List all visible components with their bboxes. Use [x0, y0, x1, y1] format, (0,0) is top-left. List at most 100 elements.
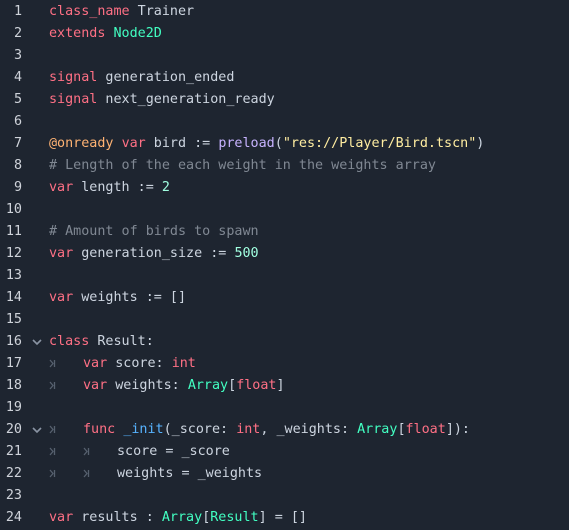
code-line[interactable]: 5 signal next_generation_ready: [0, 89, 569, 111]
code-line[interactable]: 16 class Result:: [0, 331, 569, 353]
code-token: signal: [49, 70, 98, 85]
code-token: Trainer: [129, 4, 195, 19]
code-line[interactable]: 7 @onready var bird := preload("res://Pla…: [0, 133, 569, 155]
code-token: var: [49, 180, 74, 195]
code-token: class: [49, 334, 90, 349]
tab-indent-icon: [83, 441, 117, 463]
code-token: var: [83, 378, 108, 393]
line-number[interactable]: 17: [0, 353, 22, 375]
line-number[interactable]: 3: [0, 45, 22, 67]
code-token: _init: [123, 422, 164, 437]
code-token: Array: [161, 510, 203, 525]
line-number[interactable]: 12: [0, 243, 22, 265]
code-token: [: [397, 422, 406, 437]
line-number[interactable]: 6: [0, 111, 22, 133]
line-number[interactable]: 5: [0, 89, 22, 111]
code-line[interactable]: 12 var generation_size := 500: [0, 243, 569, 265]
code-token: generation_ended: [97, 70, 235, 85]
code-token: weights:: [107, 378, 188, 393]
code-line[interactable]: 4 signal generation_ended: [0, 67, 569, 89]
code-token: next_generation_ready: [97, 92, 275, 107]
code-token: length :=: [73, 180, 162, 195]
code-line[interactable]: 10: [0, 199, 569, 221]
code-line[interactable]: 23: [0, 485, 569, 507]
code-token: class_name: [49, 4, 130, 19]
code-line[interactable]: 17 var score: int: [0, 353, 569, 375]
code-token: signal: [49, 92, 98, 107]
code-line[interactable]: 21 score = _score: [0, 441, 569, 463]
line-number[interactable]: 21: [0, 441, 22, 463]
tab-indent-icon: [49, 353, 83, 375]
code-token: @onready: [49, 136, 114, 151]
code-text: # Amount of birds to spawn: [49, 221, 259, 243]
line-number[interactable]: 23: [0, 485, 22, 507]
line-number[interactable]: 24: [0, 507, 22, 529]
tab-indent-icon: [83, 463, 117, 485]
code-line[interactable]: 24 var results : Array[Result] = []: [0, 507, 569, 529]
code-line[interactable]: 13: [0, 265, 569, 287]
code-token: int: [171, 356, 196, 371]
tab-indent-icon: [49, 375, 83, 397]
line-number[interactable]: 19: [0, 397, 22, 419]
line-number[interactable]: 9: [0, 177, 22, 199]
line-number[interactable]: 2: [0, 23, 22, 45]
tab-indent-icon: [49, 419, 83, 441]
line-number[interactable]: 16: [0, 331, 22, 353]
code-text: var length := 2: [49, 177, 170, 199]
code-token: Array: [187, 378, 229, 393]
code-line[interactable]: 2 extends Node2D: [0, 23, 569, 45]
code-line[interactable]: 1 class_name Trainer: [0, 1, 569, 23]
tab-indent-icon: [49, 441, 83, 463]
code-token: results :: [73, 510, 162, 525]
line-number[interactable]: 7: [0, 133, 22, 155]
code-token: (_score:: [163, 422, 237, 437]
code-token: func: [83, 422, 116, 437]
code-editor[interactable]: 1 class_name Trainer 2 extends Node2D 3 4 sign…: [0, 0, 569, 530]
line-number[interactable]: 11: [0, 221, 22, 243]
code-token: (: [274, 136, 283, 151]
line-number[interactable]: 4: [0, 67, 22, 89]
line-number[interactable]: 8: [0, 155, 22, 177]
code-token: var: [49, 290, 74, 305]
code-line[interactable]: 11 # Amount of birds to spawn: [0, 221, 569, 243]
code-line[interactable]: 18 var weights: Array[float]: [0, 375, 569, 397]
code-line[interactable]: 15: [0, 309, 569, 331]
line-number[interactable]: 15: [0, 309, 22, 331]
line-number[interactable]: 22: [0, 463, 22, 485]
code-line[interactable]: 6: [0, 111, 569, 133]
code-token: var: [121, 136, 146, 151]
code-line[interactable]: 22 weights = _weights: [0, 463, 569, 485]
code-line[interactable]: 20 func _init(_score: int, _weights: Arra…: [0, 419, 569, 441]
line-number[interactable]: 13: [0, 265, 22, 287]
code-line[interactable]: 19: [0, 397, 569, 419]
code-text: var generation_size := 500: [49, 243, 259, 265]
code-line[interactable]: 9 var length := 2: [0, 177, 569, 199]
code-token: ] = []: [258, 510, 307, 525]
line-number[interactable]: 1: [0, 1, 22, 23]
code-token: ]):: [445, 422, 470, 437]
code-token: Array: [357, 422, 398, 437]
chevron-down-icon[interactable]: [30, 419, 44, 441]
code-line[interactable]: 14 var weights := []: [0, 287, 569, 309]
chevron-down-icon[interactable]: [30, 331, 44, 353]
line-number[interactable]: 14: [0, 287, 22, 309]
line-number[interactable]: 10: [0, 199, 22, 221]
code-token: Result:: [89, 334, 154, 349]
code-text: func _init(_score: int, _weights: Array[…: [49, 419, 470, 441]
code-token: score = _score: [117, 444, 230, 459]
code-token: generation_size :=: [73, 246, 235, 261]
line-number[interactable]: 18: [0, 375, 22, 397]
code-token: float: [405, 422, 446, 437]
code-token: extends: [49, 26, 106, 41]
code-text: var score: int: [49, 353, 196, 375]
code-token: preload: [218, 136, 275, 151]
code-text: @onready var bird := preload("res://Play…: [49, 133, 484, 155]
line-number[interactable]: 20: [0, 419, 22, 441]
code-line[interactable]: 8 # Length of the each weight in the weig…: [0, 155, 569, 177]
code-token: weights = _weights: [117, 466, 263, 481]
code-text: weights = _weights: [49, 463, 262, 485]
code-token: # Amount of birds to spawn: [49, 224, 259, 239]
code-line[interactable]: 3: [0, 45, 569, 67]
code-text: var weights: Array[float]: [49, 375, 285, 397]
